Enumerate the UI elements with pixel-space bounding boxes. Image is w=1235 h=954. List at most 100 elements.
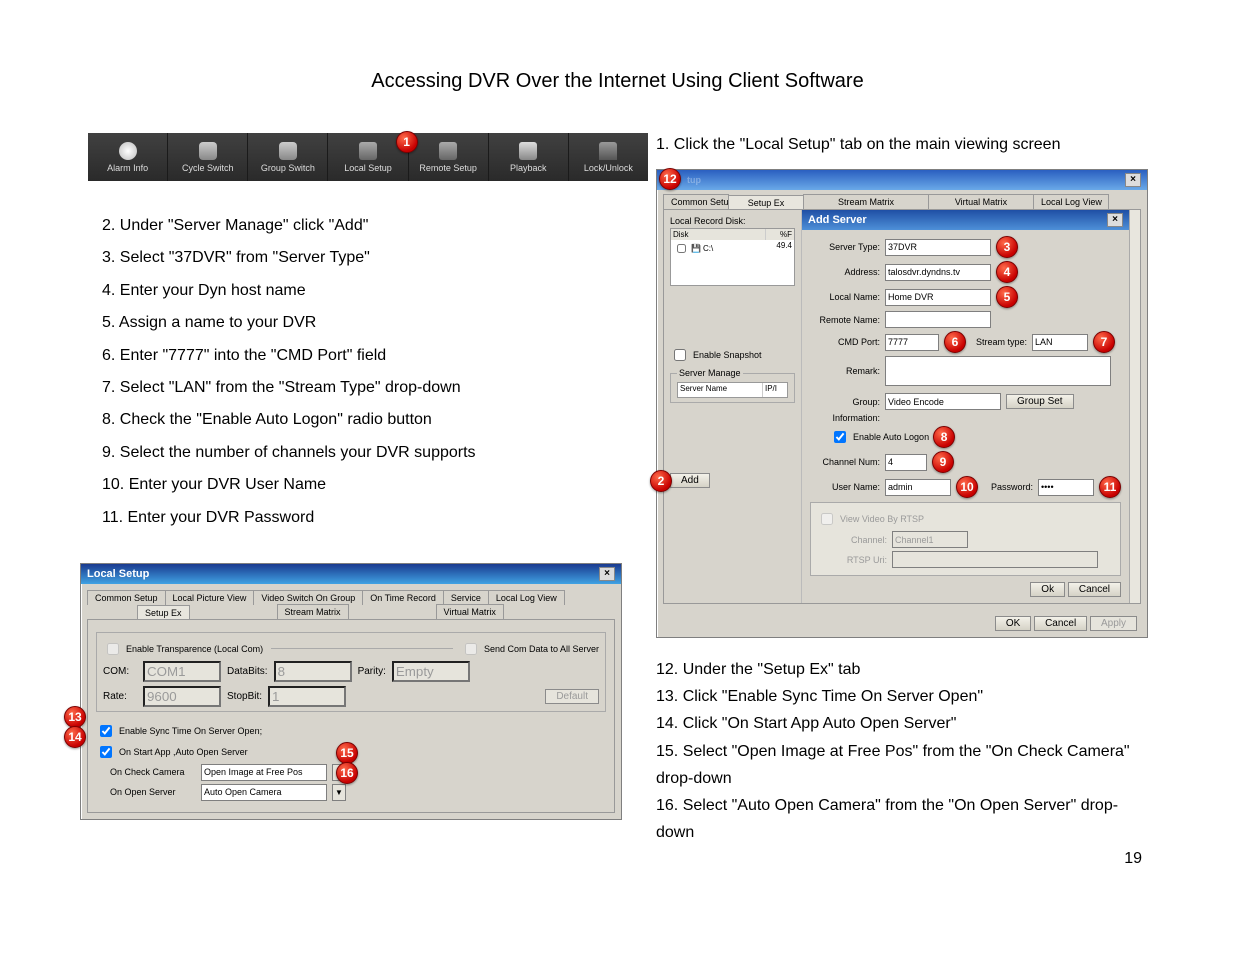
rtsp-uri-label: RTSP Uri: [817,555,887,565]
cycle-switch-button[interactable]: Cycle Switch [168,133,248,181]
on-start-checkbox[interactable] [100,746,112,758]
rate-field[interactable] [143,686,221,707]
send-all-checkbox[interactable] [465,643,477,655]
tab-virtual-matrix[interactable]: Virtual Matrix [436,604,504,619]
stopbit-label: StopBit: [227,691,262,702]
page-number: 19 [656,850,1148,868]
tab-stream-matrix[interactable]: Stream Matrix [277,604,349,619]
enable-auto-logon-checkbox[interactable] [834,431,846,443]
group-switch-button[interactable]: Group Switch [248,133,328,181]
toolbar-label: Remote Setup [419,163,477,173]
tab-common-setup[interactable]: Common Setup [663,194,729,209]
add-button[interactable]: Add [670,473,710,488]
rtsp-channel-select[interactable] [892,531,968,548]
databits-label: DataBits: [227,666,268,677]
stream-type-select[interactable] [1032,334,1088,351]
server-manage-legend: Server Manage [677,368,743,378]
cmd-port-field[interactable] [885,334,939,351]
server-type-select[interactable] [885,239,991,256]
password-field[interactable] [1038,479,1094,496]
group-set-button[interactable]: Group Set [1006,394,1074,409]
rtsp-uri-field[interactable] [892,551,1098,568]
step: 3. Select "37DVR" from "Server Type" [102,243,648,273]
tab-local-log-view[interactable]: Local Log View [488,590,565,605]
toolbar-label: Group Switch [261,163,315,173]
dropdown-icon[interactable]: ▼ [332,784,346,801]
databits-field[interactable] [274,661,352,682]
close-icon[interactable]: × [1125,173,1141,187]
alarm-info-button[interactable]: Alarm Info [88,133,168,181]
tab-local-picture-view[interactable]: Local Picture View [165,590,255,605]
remote-setup-button[interactable]: Remote Setup [409,133,489,181]
cmd-port-label: CMD Port: [810,337,880,347]
add-server-window: 12 tup × Common Setup Setup Ex Stream Ma… [656,169,1148,638]
disk-free: 49.4 [766,240,794,257]
enable-snapshot-label: Enable Snapshot [693,350,762,360]
group-select[interactable] [885,393,1001,410]
page-title: Accessing DVR Over the Internet Using Cl… [88,70,1147,93]
cancel-button[interactable]: Cancel [1068,582,1121,597]
remark-label: Remark: [810,366,880,376]
view-rtsp-checkbox[interactable] [821,513,833,525]
tab-stream-matrix[interactable]: Stream Matrix [803,194,929,209]
channel-num-field[interactable] [885,454,927,471]
on-check-camera-select[interactable] [201,764,327,781]
remote-name-field[interactable] [885,311,991,328]
tab-video-switch-on-group[interactable]: Video Switch On Group [253,590,363,605]
toolbar-label: Local Setup [344,163,392,173]
local-setup-window: Local Setup × Common Setup Local Picture… [80,563,622,820]
local-setup-button[interactable]: Local Setup 1 [328,133,408,181]
disk-header: Disk [671,229,766,240]
outer-cancel-button[interactable]: Cancel [1034,616,1087,631]
toolbar-label: Cycle Switch [182,163,234,173]
parity-label: Parity: [358,666,386,677]
close-icon[interactable]: × [599,567,615,581]
rate-label: Rate: [103,691,137,702]
tab-service[interactable]: Service [443,590,489,605]
cycle-icon [199,142,217,160]
disk-row-checkbox[interactable] [677,244,686,253]
default-button[interactable]: Default [545,689,599,704]
ok-button[interactable]: Ok [1030,582,1065,597]
enable-sync-checkbox[interactable] [100,725,112,737]
server-type-label: Server Type: [810,242,880,252]
tab-setup-ex[interactable]: Setup Ex [137,605,190,620]
address-field[interactable] [885,264,991,281]
tab-on-time-record[interactable]: On Time Record [362,590,444,605]
lock-unlock-button[interactable]: Lock/Unlock [569,133,648,181]
com-field[interactable] [143,661,221,682]
parity-field[interactable] [392,661,470,682]
outer-apply-button[interactable]: Apply [1090,616,1137,631]
tab-row-2: Setup Ex Stream Matrix Virtual Matrix [87,604,615,619]
step: 8. Check the "Enable Auto Logon" radio b… [102,405,648,435]
window-title: Local Setup [87,568,149,580]
toolbar-label: Playback [510,163,547,173]
tab-local-log-view[interactable]: Local Log View [1033,194,1109,209]
add-server-title: Add Server [808,214,867,226]
step: 14. Click "On Start App Auto Open Server… [656,710,1148,737]
tab-row-1: Common Setup Local Picture View Video Sw… [87,590,615,605]
address-label: Address: [810,267,880,277]
tab-setup-ex[interactable]: Setup Ex [728,195,804,210]
scrollbar[interactable] [1129,210,1140,603]
user-name-label: User Name: [810,482,880,492]
tab-common-setup[interactable]: Common Setup [87,590,166,605]
remote-name-label: Remote Name: [810,315,880,325]
user-name-field[interactable] [885,479,951,496]
callout-marker-14: 14 [64,726,86,748]
step: 11. Enter your DVR Password [102,503,648,533]
enable-transparence-checkbox[interactable] [107,643,119,655]
information-label: Information: [810,413,880,423]
playback-button[interactable]: Playback [489,133,569,181]
on-open-server-select[interactable] [201,784,327,801]
ip-header: IP/I [763,383,787,397]
outer-ok-button[interactable]: OK [995,616,1031,631]
remark-field[interactable] [885,356,1111,386]
local-name-label: Local Name: [810,292,880,302]
enable-snapshot-checkbox[interactable] [674,349,686,361]
local-name-field[interactable] [885,289,991,306]
stopbit-field[interactable] [268,686,346,707]
close-icon[interactable]: × [1107,213,1123,227]
callout-marker-9: 9 [932,451,954,473]
tab-virtual-matrix[interactable]: Virtual Matrix [928,194,1034,209]
